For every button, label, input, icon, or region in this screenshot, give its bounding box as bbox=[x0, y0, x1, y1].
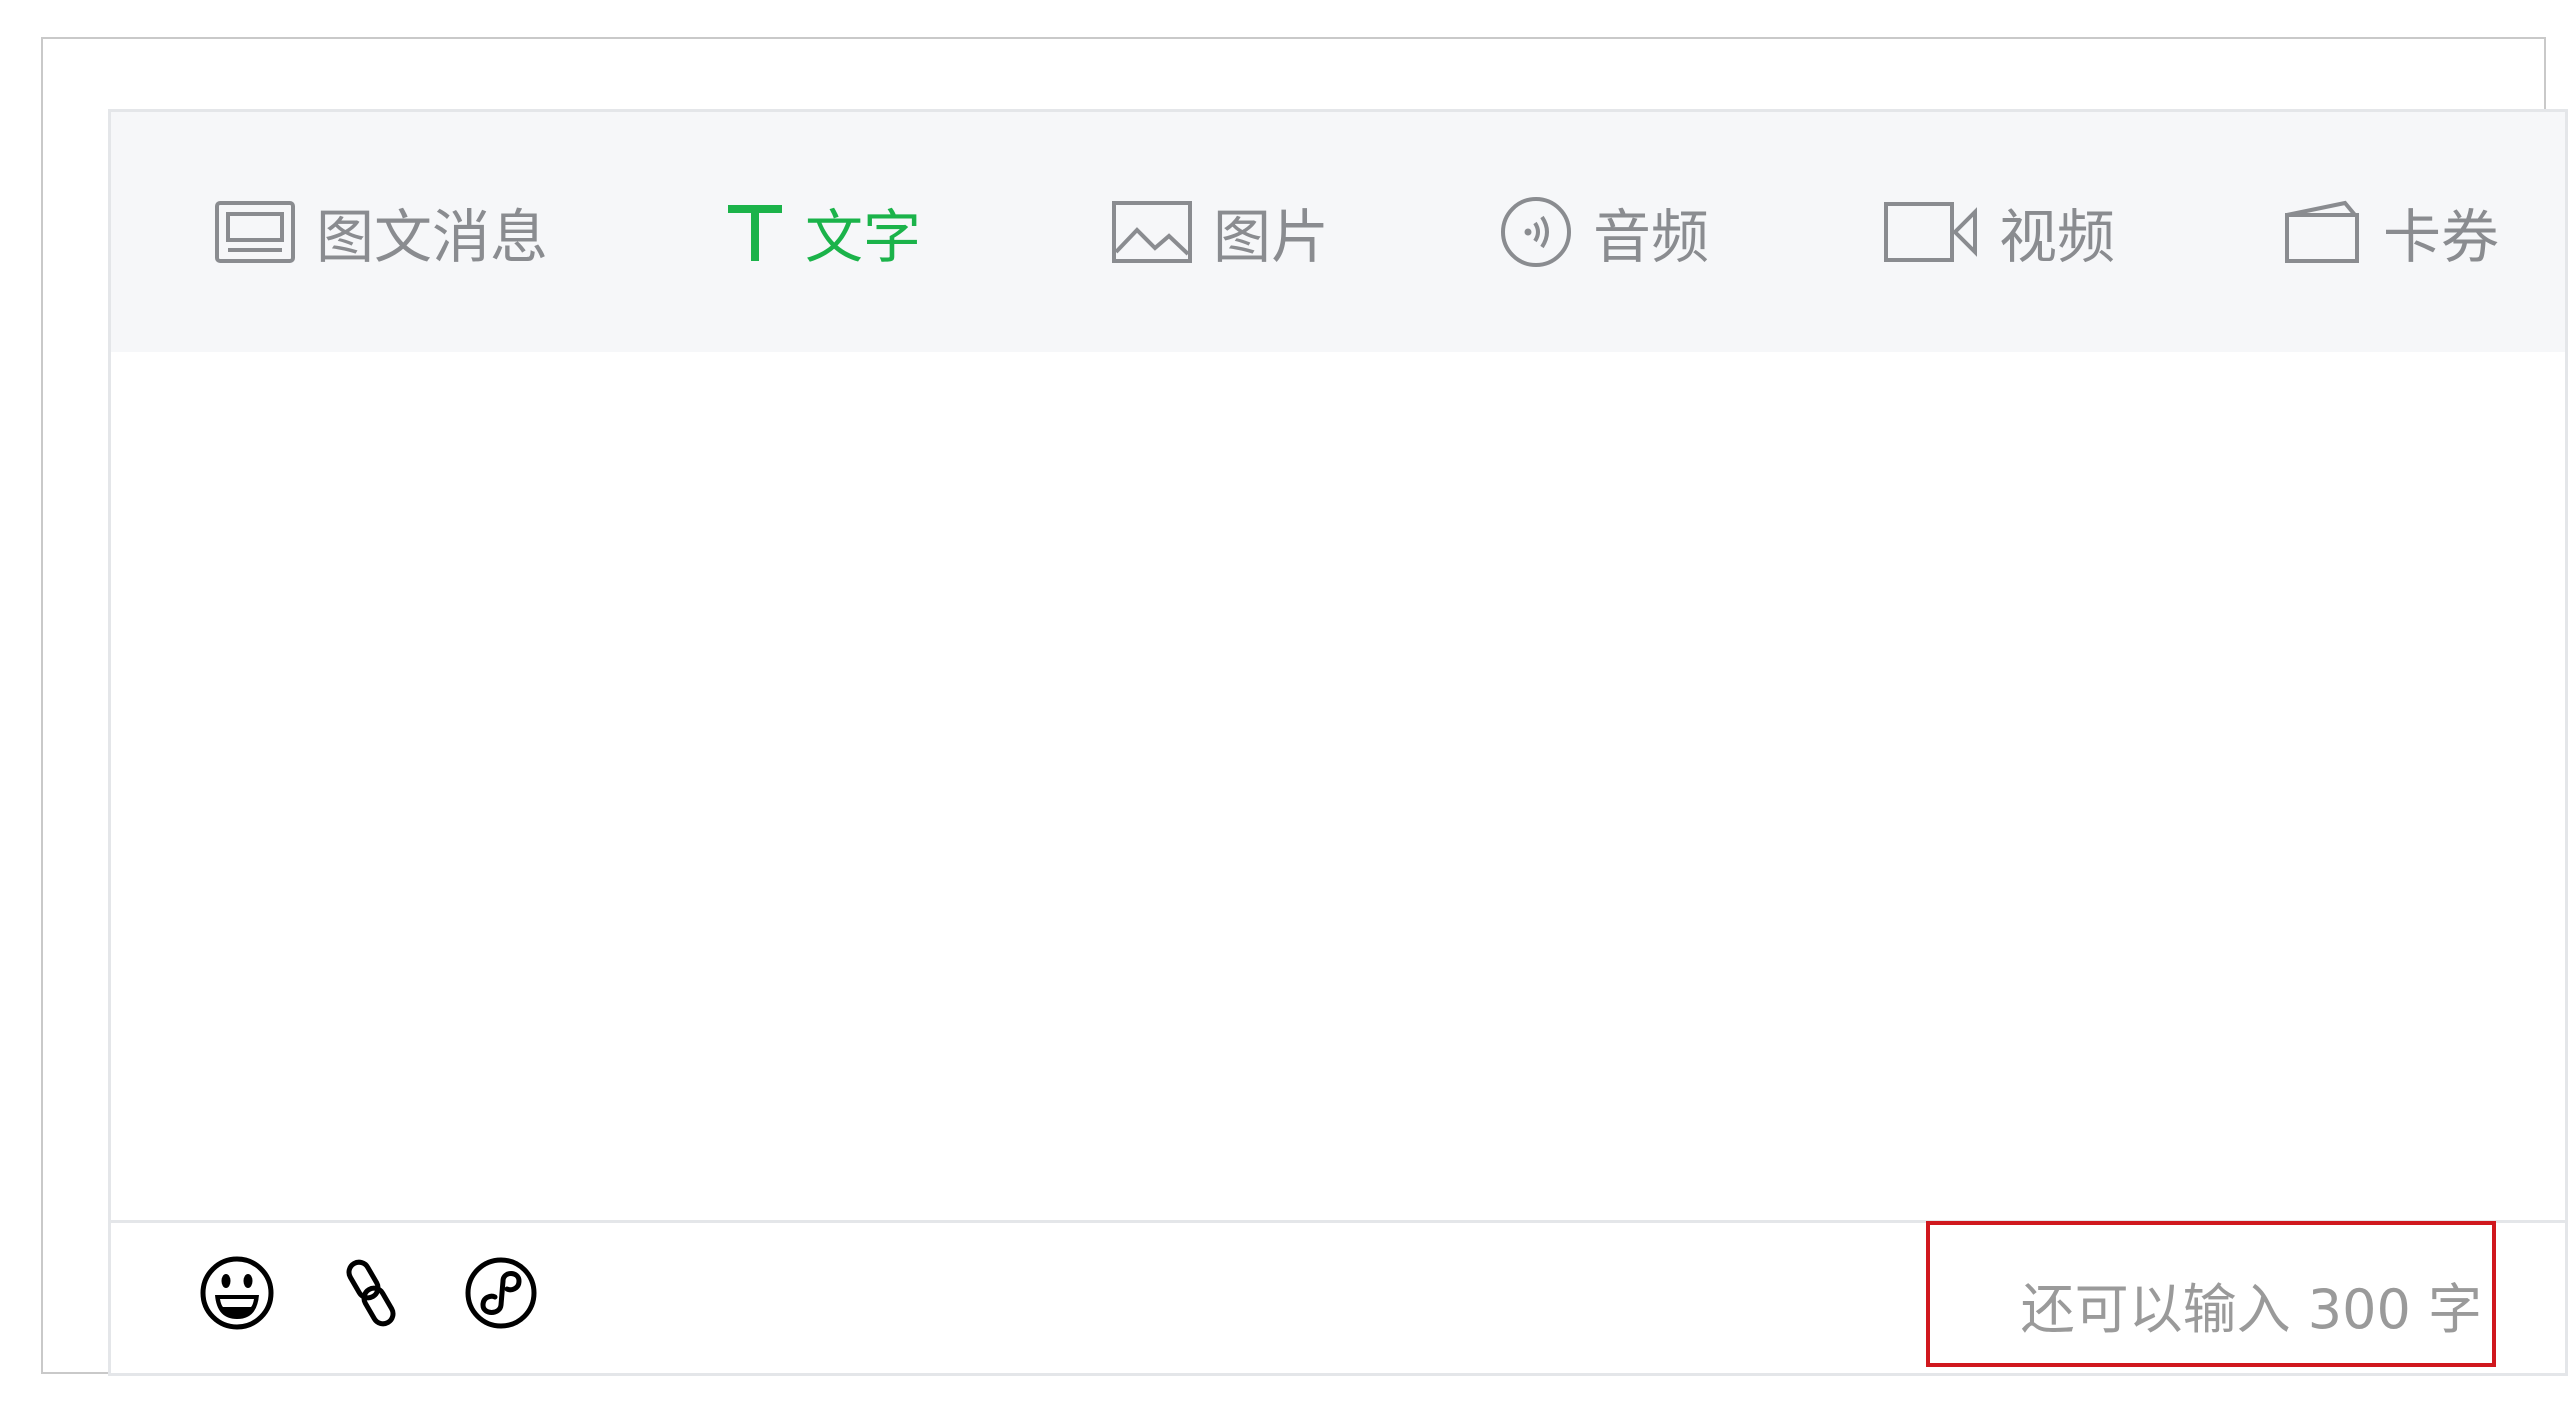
tab-video-label: 视频 bbox=[1999, 203, 2116, 271]
link-button[interactable] bbox=[333, 1257, 409, 1333]
mini-program-icon bbox=[463, 1255, 539, 1335]
audio-icon bbox=[1499, 195, 1573, 269]
tab-article-label: 图文消息 bbox=[316, 203, 549, 271]
card-icon bbox=[2283, 199, 2363, 265]
tab-video[interactable]: 视频 bbox=[1883, 112, 2115, 352]
mini-program-button[interactable] bbox=[463, 1257, 539, 1333]
image-icon bbox=[1111, 200, 1193, 264]
tab-audio[interactable]: 音频 bbox=[1499, 112, 1709, 352]
emoji-icon bbox=[199, 1255, 275, 1335]
text-icon bbox=[725, 200, 785, 264]
tab-audio-label: 音频 bbox=[1593, 203, 1710, 271]
link-icon bbox=[341, 1255, 401, 1335]
message-type-tabbar: 图文消息 文字 图片 音频 视频 卡券 bbox=[111, 112, 2565, 352]
tab-text-label: 文字 bbox=[805, 203, 922, 271]
tab-card-label: 卡券 bbox=[2383, 203, 2500, 271]
emoji-button[interactable] bbox=[199, 1255, 275, 1335]
tab-image[interactable]: 图片 bbox=[1111, 112, 1329, 352]
tab-article[interactable]: 图文消息 bbox=[214, 112, 548, 352]
tab-card[interactable]: 卡券 bbox=[2283, 112, 2499, 352]
remaining-characters-counter: 还可以输入 300 字 bbox=[2020, 1278, 2482, 1341]
message-editor: 图文消息 文字 图片 音频 视频 卡券 还可以输入 300 字 bbox=[108, 109, 2568, 1376]
tab-text[interactable]: 文字 bbox=[725, 112, 921, 352]
screenshot-frame: 图文消息 文字 图片 音频 视频 卡券 还可以输入 300 字 bbox=[41, 37, 2568, 1376]
article-icon bbox=[214, 200, 296, 264]
message-text-area[interactable] bbox=[111, 352, 2565, 1220]
editor-bottom-bar: 还可以输入 300 字 bbox=[111, 1220, 2565, 1373]
video-icon bbox=[1883, 200, 1979, 264]
tab-image-label: 图片 bbox=[1213, 203, 1330, 271]
